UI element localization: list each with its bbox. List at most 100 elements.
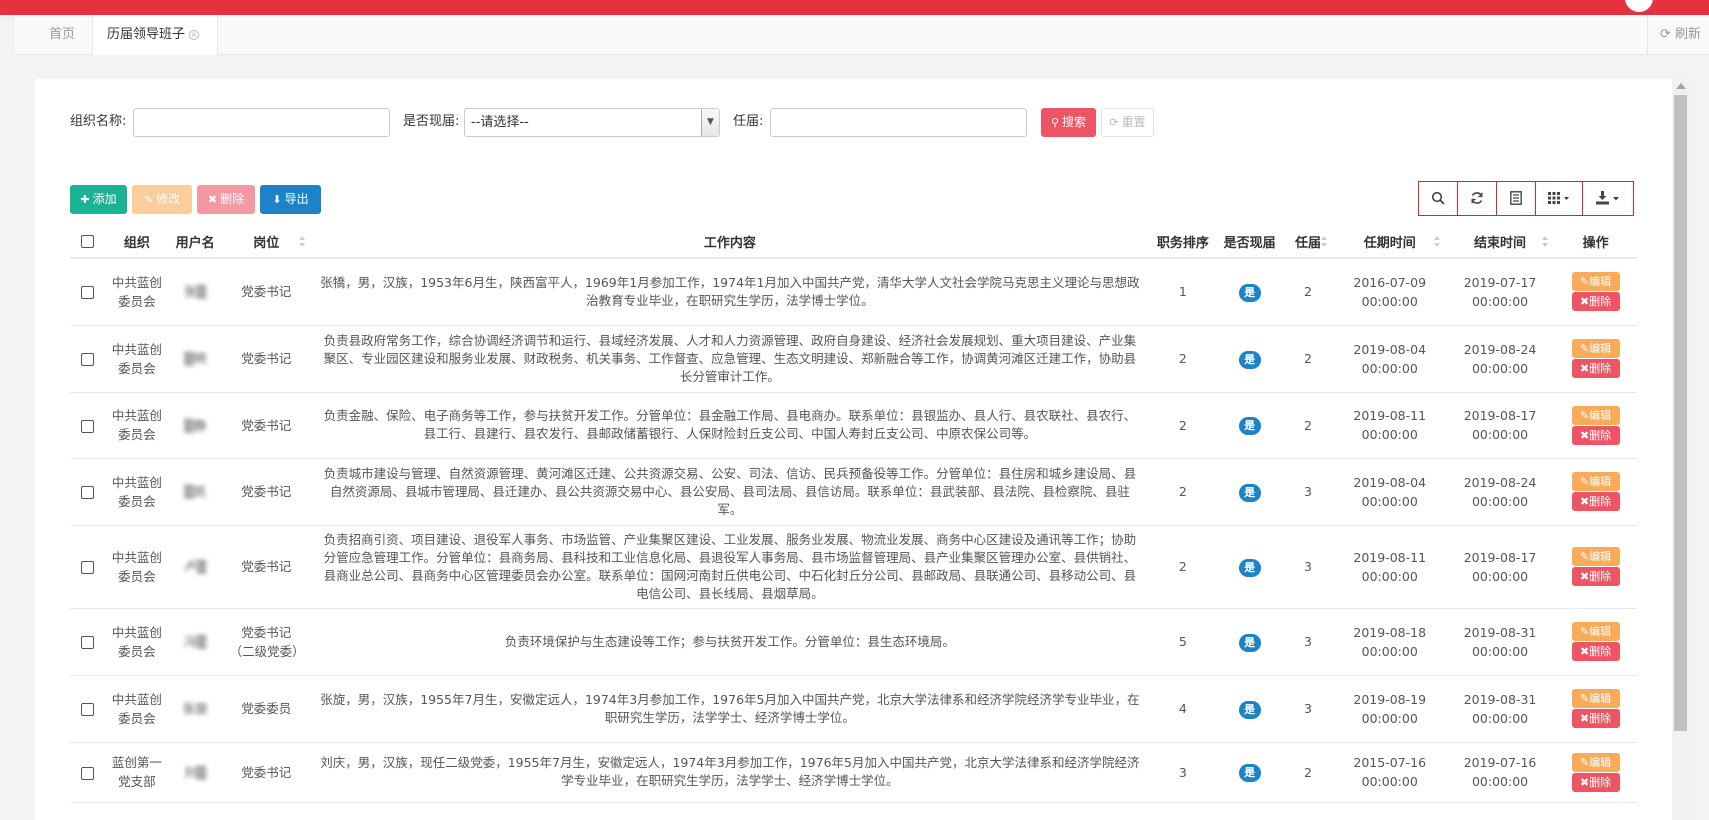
row-select-cell[interactable]: [70, 742, 105, 803]
table-refresh-button[interactable]: [1457, 181, 1497, 216]
close-icon: ✖: [207, 193, 218, 206]
row-edit-button[interactable]: ✎编辑: [1571, 622, 1620, 641]
vertical-scrollbar[interactable]: [1672, 79, 1689, 820]
row-delete-button[interactable]: ✖删除: [1571, 425, 1620, 445]
cell-username: 冯▒: [168, 608, 222, 676]
table-header: 组织 用户名 岗位 工作内容 职务排序 是否现届 任届 任期时间 结束时间 操作: [70, 225, 1637, 259]
close-icon: ✖: [1579, 645, 1590, 658]
export-button[interactable]: ⬇ 导出: [260, 185, 321, 214]
row-edit-button[interactable]: ✎编辑: [1571, 689, 1620, 708]
row-delete-label: 删除: [1589, 775, 1612, 789]
row-select-cell[interactable]: [70, 458, 105, 526]
row-checkbox[interactable]: [81, 353, 94, 366]
row-edit-label: 编辑: [1589, 475, 1612, 488]
row-checkbox[interactable]: [81, 419, 94, 433]
download-icon: ⬇: [272, 193, 282, 206]
row-edit-label: 编辑: [1589, 275, 1612, 289]
cell-work: 负责金融、保险、电子商务等工作，参与扶贫开发工作。分管单位：县金融工作局、县电商…: [310, 392, 1149, 459]
cell-post: 党委书记: [221, 458, 311, 526]
reset-button[interactable]: ⟳ 重置: [1101, 108, 1154, 137]
cell-work: 负责环境保护与生态建设等工作；参与扶贫开发工作。分管单位：县生态环境局。: [310, 608, 1149, 676]
row-select-cell[interactable]: [70, 392, 105, 459]
edit-icon: ✎: [1579, 408, 1590, 422]
table-row[interactable]: 中共蓝创委员会 ▒明 党委书记 负责县政府常务工作，综合协调经济调节和运行、县域经济发…: [70, 325, 1637, 393]
table-row[interactable]: 中共蓝创委员会 卢▒ 党委书记 负责招商引资、项目建设、退役军人事务、市场监管、产业集…: [70, 525, 1637, 609]
row-edit-button[interactable]: ✎编辑: [1571, 405, 1620, 425]
sort-icon[interactable]: [1542, 236, 1549, 248]
row-select-cell[interactable]: [70, 258, 105, 326]
row-delete-label: 删除: [1589, 295, 1612, 309]
scroll-up-icon[interactable]: [1676, 83, 1686, 89]
close-icon: ✖: [1579, 712, 1590, 725]
row-checkbox[interactable]: [81, 766, 94, 780]
row-delete-button[interactable]: ✖删除: [1571, 709, 1620, 728]
select-all-checkbox[interactable]: [81, 234, 94, 248]
col-term[interactable]: 任届: [1282, 225, 1334, 259]
chevron-down-icon[interactable]: ▼: [701, 109, 719, 136]
sort-icon[interactable]: [1433, 236, 1440, 248]
row-select-cell[interactable]: [70, 675, 105, 743]
sort-icon[interactable]: [298, 236, 305, 248]
org-name-input[interactable]: [133, 108, 390, 137]
row-select-cell[interactable]: [70, 325, 105, 393]
delete-button[interactable]: ✖ 删除: [197, 185, 255, 214]
current-term-select[interactable]: --请选择-- ▼: [464, 108, 720, 137]
cell-term: 3: [1282, 675, 1334, 743]
row-checkbox[interactable]: [81, 561, 94, 574]
row-edit-button[interactable]: ✎编辑: [1571, 272, 1620, 292]
table-row[interactable]: 中共蓝创委员会 ▒凯 党委书记 负责城市建设与管理、自然资源管理、黄河滩区迁建、公共资…: [70, 458, 1637, 526]
col-start[interactable]: 任期时间: [1333, 225, 1446, 259]
table-columns-button[interactable]: [1535, 181, 1583, 216]
search-button[interactable]: ⚲ 搜索: [1041, 108, 1096, 137]
row-delete-button[interactable]: ✖删除: [1571, 642, 1620, 661]
cell-rank: 3: [1148, 742, 1217, 803]
cell-org: 中共蓝创委员会: [105, 525, 169, 609]
row-checkbox[interactable]: [81, 636, 94, 649]
cell-work: 负责招商引资、项目建设、退役军人事务、市场监管、产业集聚区建设、工业发展、服务业…: [310, 525, 1149, 609]
row-delete-button[interactable]: ✖删除: [1571, 567, 1620, 586]
row-delete-button[interactable]: ✖删除: [1571, 492, 1620, 511]
col-actions: 操作: [1554, 225, 1637, 259]
row-select-cell[interactable]: [70, 525, 105, 609]
table-row[interactable]: 中共蓝创委员会 张▒ 党委书记 张犞，男，汉族，1953年6月生，陕西富平人，1969…: [70, 258, 1637, 326]
table-toggle-view-button[interactable]: [1496, 181, 1536, 216]
row-edit-button[interactable]: ✎编辑: [1571, 339, 1620, 358]
row-checkbox[interactable]: [81, 703, 94, 716]
select-all-cell[interactable]: [70, 225, 105, 259]
cell-actions: ✎编辑 ✖删除: [1554, 392, 1637, 459]
term-input[interactable]: [770, 108, 1027, 137]
table-row[interactable]: 蓝创第一党支部 刘▒ 党委书记 刘庆，男，汉族，现任二级党委，1955年7月生，安徽定…: [70, 742, 1637, 803]
status-badge: 是: [1238, 350, 1261, 369]
row-delete-button[interactable]: ✖删除: [1571, 772, 1620, 792]
tab-leadership-history[interactable]: 历届领导班子 ×: [92, 15, 219, 55]
table-row[interactable]: 中共蓝创委员会 ▒静 党委书记 负责金融、保险、电子商务等工作，参与扶贫开发工作。分管…: [70, 392, 1637, 459]
row-edit-button[interactable]: ✎编辑: [1571, 472, 1620, 491]
col-end[interactable]: 结束时间: [1445, 225, 1555, 259]
sort-icon[interactable]: [1321, 236, 1328, 248]
col-post[interactable]: 岗位: [221, 225, 311, 259]
row-edit-label: 编辑: [1589, 625, 1612, 638]
tab-home[interactable]: 首页: [35, 15, 89, 55]
cell-rank: 2: [1148, 325, 1217, 393]
edit-button[interactable]: ✎ 修改: [132, 185, 192, 214]
table-export-button[interactable]: [1582, 181, 1634, 216]
row-edit-button[interactable]: ✎编辑: [1571, 547, 1620, 566]
row-select-cell[interactable]: [70, 608, 105, 676]
refresh-button[interactable]: ⟳ 刷新: [1646, 15, 1709, 55]
row-delete-button[interactable]: ✖删除: [1571, 292, 1620, 312]
table-body: 中共蓝创委员会 张▒ 党委书记 张犞，男，汉族，1953年6月生，陕西富平人，1969…: [70, 258, 1637, 803]
close-icon[interactable]: ×: [189, 30, 200, 40]
row-checkbox[interactable]: [81, 486, 94, 499]
table-row[interactable]: 中共蓝创委员会 冯▒ 党委书记（二级党委） 负责环境保护与生态建设等工作；参与扶贫开发…: [70, 608, 1637, 676]
cell-username: 卢▒: [168, 525, 222, 609]
row-edit-button[interactable]: ✎编辑: [1571, 752, 1620, 772]
cell-start: 2019-08-11 00:00:00: [1333, 392, 1446, 459]
edit-icon: ✎: [1579, 755, 1590, 769]
row-delete-button[interactable]: ✖删除: [1571, 359, 1620, 378]
table-search-button[interactable]: [1418, 181, 1458, 216]
add-button[interactable]: ✚ 添加: [70, 185, 127, 214]
row-checkbox[interactable]: [81, 286, 94, 300]
scrollbar-thumb[interactable]: [1674, 95, 1687, 731]
table-row[interactable]: 中共蓝创委员会 张旋 党委委员 张旋，男，汉族，1955年7月生，安徽定远人，1974…: [70, 675, 1637, 743]
user-avatar[interactable]: [1625, 0, 1653, 12]
